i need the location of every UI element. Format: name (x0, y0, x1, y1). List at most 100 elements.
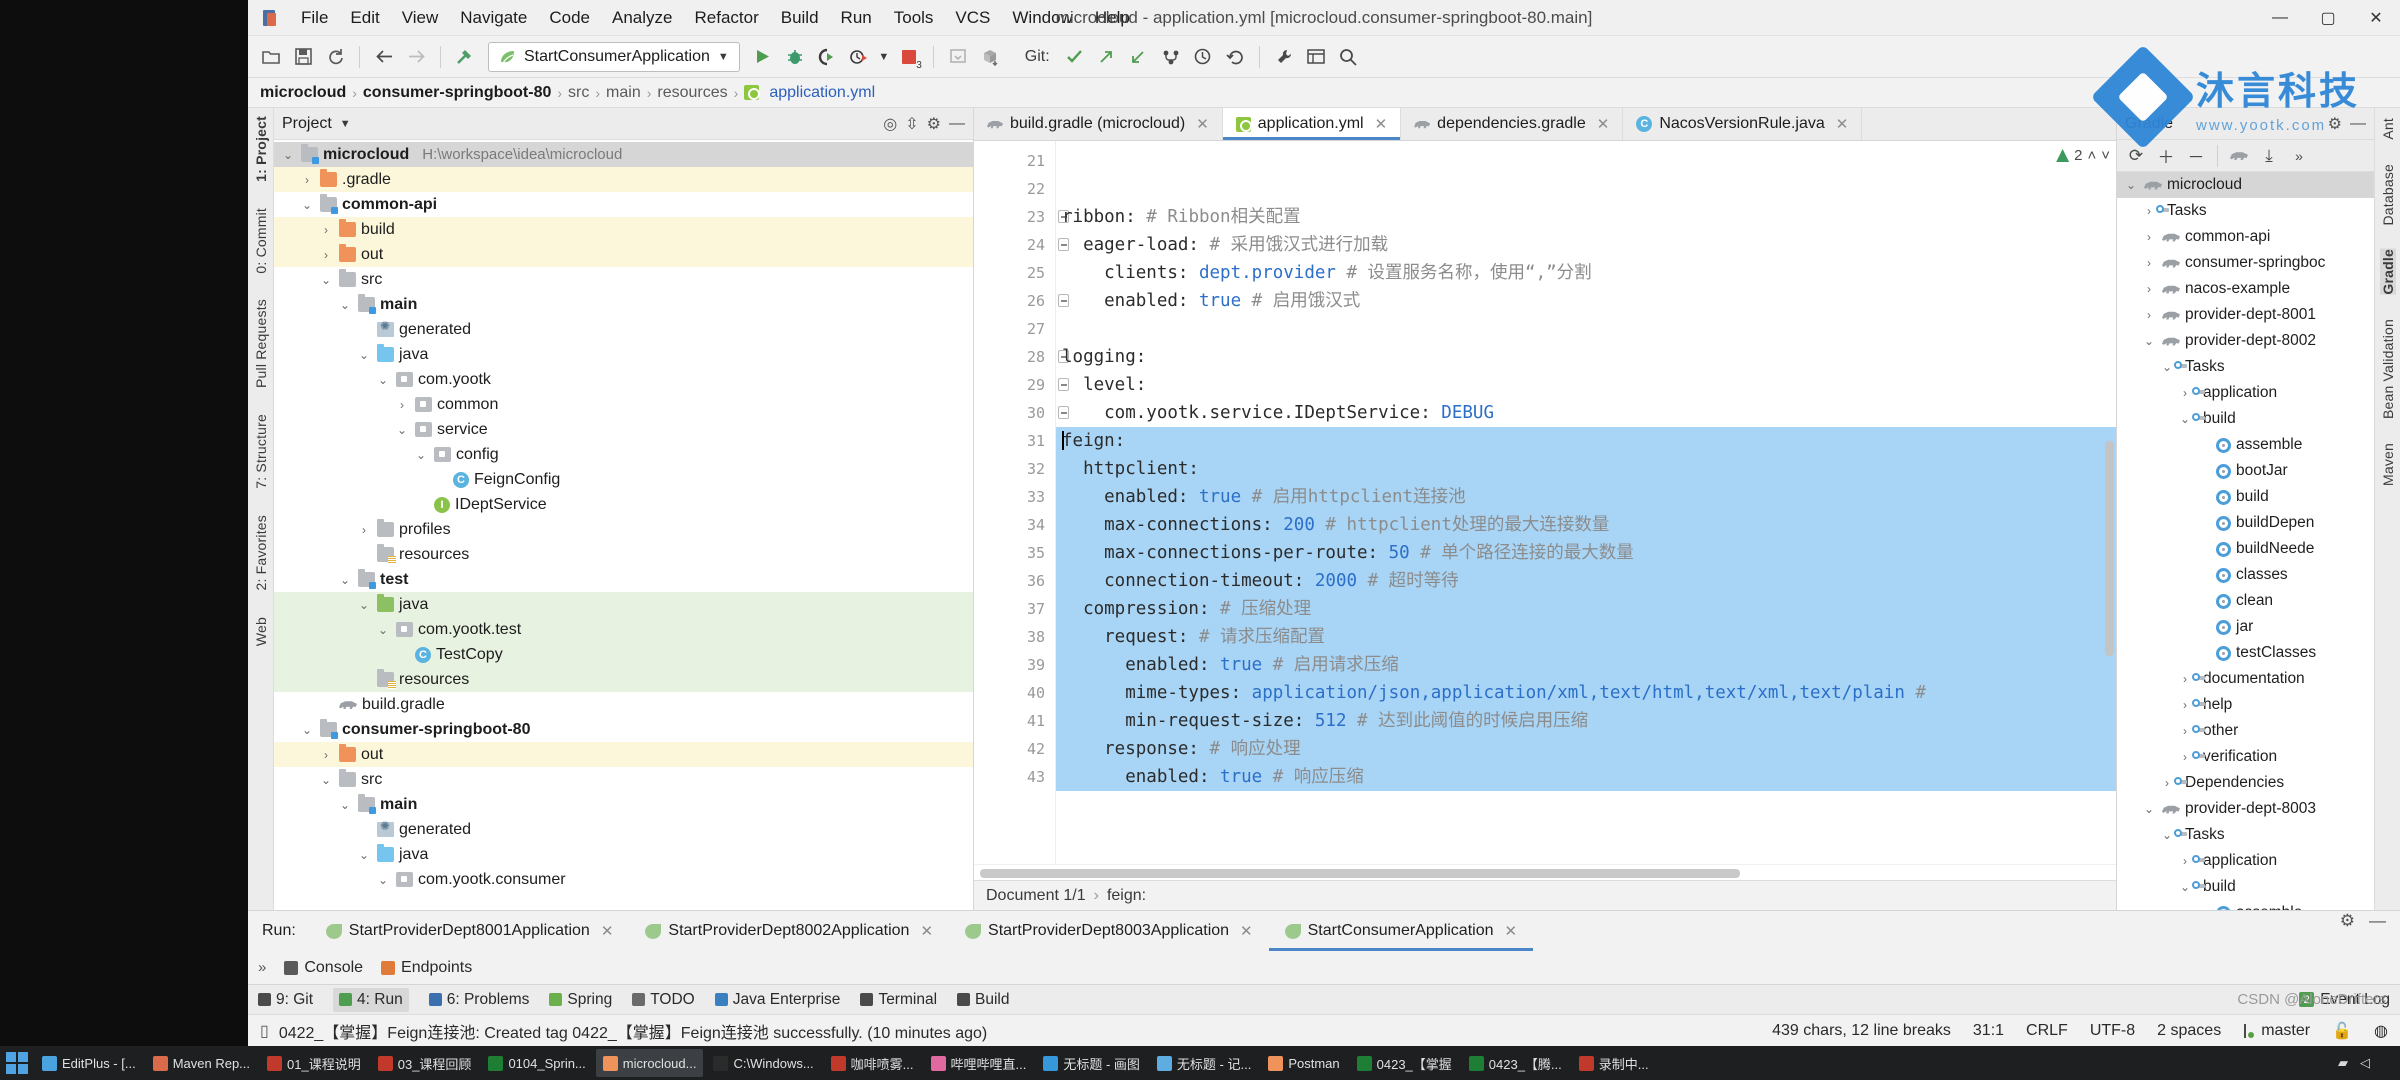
code-line[interactable]: httpclient: (1056, 455, 2116, 483)
gradle-tree-item[interactable]: › help (2117, 692, 2374, 718)
run-tab[interactable]: StartConsumerApplication ✕ (1268, 911, 1534, 951)
stop-button[interactable]: 3 (894, 42, 924, 72)
gradle-tree-item[interactable]: classes (2117, 562, 2374, 588)
project-tree-item[interactable]: generated (274, 817, 973, 842)
run-subtab[interactable]: Endpoints (381, 959, 472, 977)
status-lock-icon[interactable]: 🔓 (2332, 1021, 2352, 1041)
editor-tab[interactable]: build.gradle (microcloud) ✕ (974, 108, 1223, 140)
gradle-tree-item[interactable]: ⌄ microcloud (2117, 172, 2374, 198)
close-tab-icon[interactable]: ✕ (1375, 115, 1388, 133)
menu-item-build[interactable]: Build (770, 4, 830, 32)
run-configuration-selector[interactable]: StartConsumerApplication ▼ (488, 41, 740, 72)
taskbar-items[interactable]: EditPlus - [... Maven Rep... 01_课程说明 03_课程回… (35, 1049, 1656, 1077)
close-tab-icon[interactable]: ✕ (1836, 115, 1849, 133)
chevron-down-icon[interactable]: ⌄ (375, 373, 391, 387)
gradle-tree-item[interactable]: testClasses (2117, 640, 2374, 666)
code-line[interactable]: max-connections: 200 # httpclient处理的最大连接… (1056, 511, 2116, 539)
taskbar-item[interactable]: C:\Windows... (706, 1049, 820, 1077)
status-caret-position[interactable]: 31:1 (1973, 1022, 2004, 1040)
tray-volume-icon[interactable]: ◁ (2360, 1055, 2370, 1071)
chevron-down-icon[interactable]: ⌄ (299, 198, 315, 212)
locate-file-icon[interactable]: ◎ (883, 114, 897, 134)
project-tree-item[interactable]: build.gradle (274, 692, 973, 717)
line-number[interactable]: 27 (974, 315, 1055, 343)
gradle-tree-item[interactable]: ⌄ Tasks (2117, 354, 2374, 380)
tool-tab-structure[interactable]: 7: Structure (253, 414, 269, 489)
editor-horizontal-scrollbar[interactable] (980, 869, 1740, 878)
chevron-down-icon[interactable]: ⌄ (394, 423, 410, 437)
gradle-tree-item[interactable]: buildNeede (2117, 536, 2374, 562)
editor-tab[interactable]: dependencies.gradle ✕ (1401, 108, 1624, 140)
chevron-right-icon[interactable]: › (2159, 776, 2175, 790)
chevron-right-icon[interactable]: › (2141, 282, 2157, 296)
project-tree-item[interactable]: ⌄ consumer-springboot-80 (274, 717, 973, 742)
line-number[interactable]: 39 (974, 651, 1055, 679)
gradle-more-icon[interactable]: » (2286, 144, 2312, 168)
line-number[interactable]: 30 (974, 399, 1069, 427)
menu-item-tools[interactable]: Tools (883, 4, 945, 32)
code-line[interactable]: compression: # 压缩处理 (1056, 595, 2116, 623)
chevron-down-icon[interactable]: ⌄ (2123, 178, 2139, 192)
profile-dropdown-icon[interactable]: ▼ (876, 42, 892, 72)
update-project-icon[interactable] (943, 42, 973, 72)
editor-tabs[interactable]: build.gradle (microcloud) ✕ application.ym… (974, 108, 2116, 141)
project-tree-item[interactable]: ⌄ java (274, 842, 973, 867)
chevron-right-icon[interactable]: › (394, 398, 410, 412)
gradle-tree-item[interactable]: buildDepen (2117, 510, 2374, 536)
close-button[interactable]: ✕ (2352, 0, 2400, 36)
start-button-icon[interactable] (6, 1052, 28, 1074)
line-number[interactable]: 37 (974, 595, 1069, 623)
project-tree-item[interactable]: ⌄ main (274, 792, 973, 817)
gradle-tree-item[interactable]: › documentation (2117, 666, 2374, 692)
git-revert-icon[interactable] (1220, 42, 1250, 72)
open-project-icon[interactable] (256, 42, 286, 72)
project-tree-item[interactable]: generated (274, 317, 973, 342)
chevron-right-icon[interactable]: › (2177, 672, 2193, 686)
gradle-tree-item[interactable]: ⌄ Tasks (2117, 822, 2374, 848)
project-tree-item[interactable]: ⌄ config (274, 442, 973, 467)
taskbar-item[interactable]: 无标题 - 画图 (1036, 1049, 1147, 1077)
project-tree-item[interactable]: ⌄ service (274, 417, 973, 442)
gradle-tree-item[interactable]: › verification (2117, 744, 2374, 770)
taskbar-item[interactable]: 无标题 - 记... (1150, 1049, 1258, 1077)
status-inspections-icon[interactable]: ◍ (2374, 1021, 2388, 1041)
run-tab[interactable]: StartProviderDept8003Application ✕ (949, 911, 1269, 951)
project-structure-icon[interactable] (1301, 42, 1331, 72)
close-run-tab-icon[interactable]: ✕ (601, 922, 614, 940)
taskbar-item[interactable]: microcloud... (595, 1049, 704, 1077)
gradle-tree-item[interactable]: › Tasks (2117, 198, 2374, 224)
tool-tab-web[interactable]: Web (253, 617, 269, 646)
line-number[interactable]: 31 (974, 427, 1069, 455)
search-everywhere-icon[interactable] (1333, 42, 1363, 72)
panel-settings-icon[interactable]: ⚙ (927, 114, 941, 134)
gradle-collapse-all-icon[interactable]: ⤓ (2256, 144, 2282, 168)
breadcrumb-item-2[interactable]: src (568, 84, 589, 102)
project-view-chevron-icon[interactable]: ▼ (340, 118, 351, 130)
tray-network-icon[interactable]: ▰ (2338, 1055, 2348, 1071)
project-tree-item[interactable]: ⌄ com.yootk (274, 367, 973, 392)
project-tree-item[interactable]: › profiles (274, 517, 973, 542)
taskbar-item[interactable]: 咖啡喷雾... (824, 1049, 921, 1077)
tool-tab-commit[interactable]: 0: Commit (253, 208, 269, 274)
git-history-icon[interactable] (1188, 42, 1218, 72)
menu-bar[interactable]: File Edit View Navigate Code Analyze Refactor B… (290, 4, 1141, 32)
menu-item-analyze[interactable]: Analyze (601, 4, 683, 32)
chevron-down-icon[interactable]: ⌄ (280, 148, 296, 162)
chevron-down-icon-2[interactable]: ˅ (2101, 147, 2110, 164)
line-number[interactable]: 40 (974, 679, 1055, 707)
chevron-down-icon[interactable]: ⌄ (318, 773, 334, 787)
build-hammer-icon[interactable] (450, 42, 480, 72)
gradle-tree-item[interactable]: build (2117, 484, 2374, 510)
code-line[interactable]: feign: (1056, 427, 2116, 455)
line-number[interactable]: 24 (974, 231, 1069, 259)
gradle-tree-item[interactable]: › application (2117, 380, 2374, 406)
chevron-right-icon[interactable]: › (2177, 698, 2193, 712)
chevron-right-icon[interactable]: › (2177, 386, 2193, 400)
code-line[interactable]: eager-load: # 采用饿汉式进行加载 (1056, 231, 2116, 259)
project-tree-item[interactable]: › build (274, 217, 973, 242)
line-number[interactable]: 38 (974, 623, 1069, 651)
chevron-down-icon[interactable]: ⌄ (299, 723, 315, 737)
menu-item-run[interactable]: Run (830, 4, 883, 32)
chevron-down-icon[interactable]: ⌄ (318, 273, 334, 287)
run-tab[interactable]: StartProviderDept8001Application ✕ (310, 911, 630, 951)
